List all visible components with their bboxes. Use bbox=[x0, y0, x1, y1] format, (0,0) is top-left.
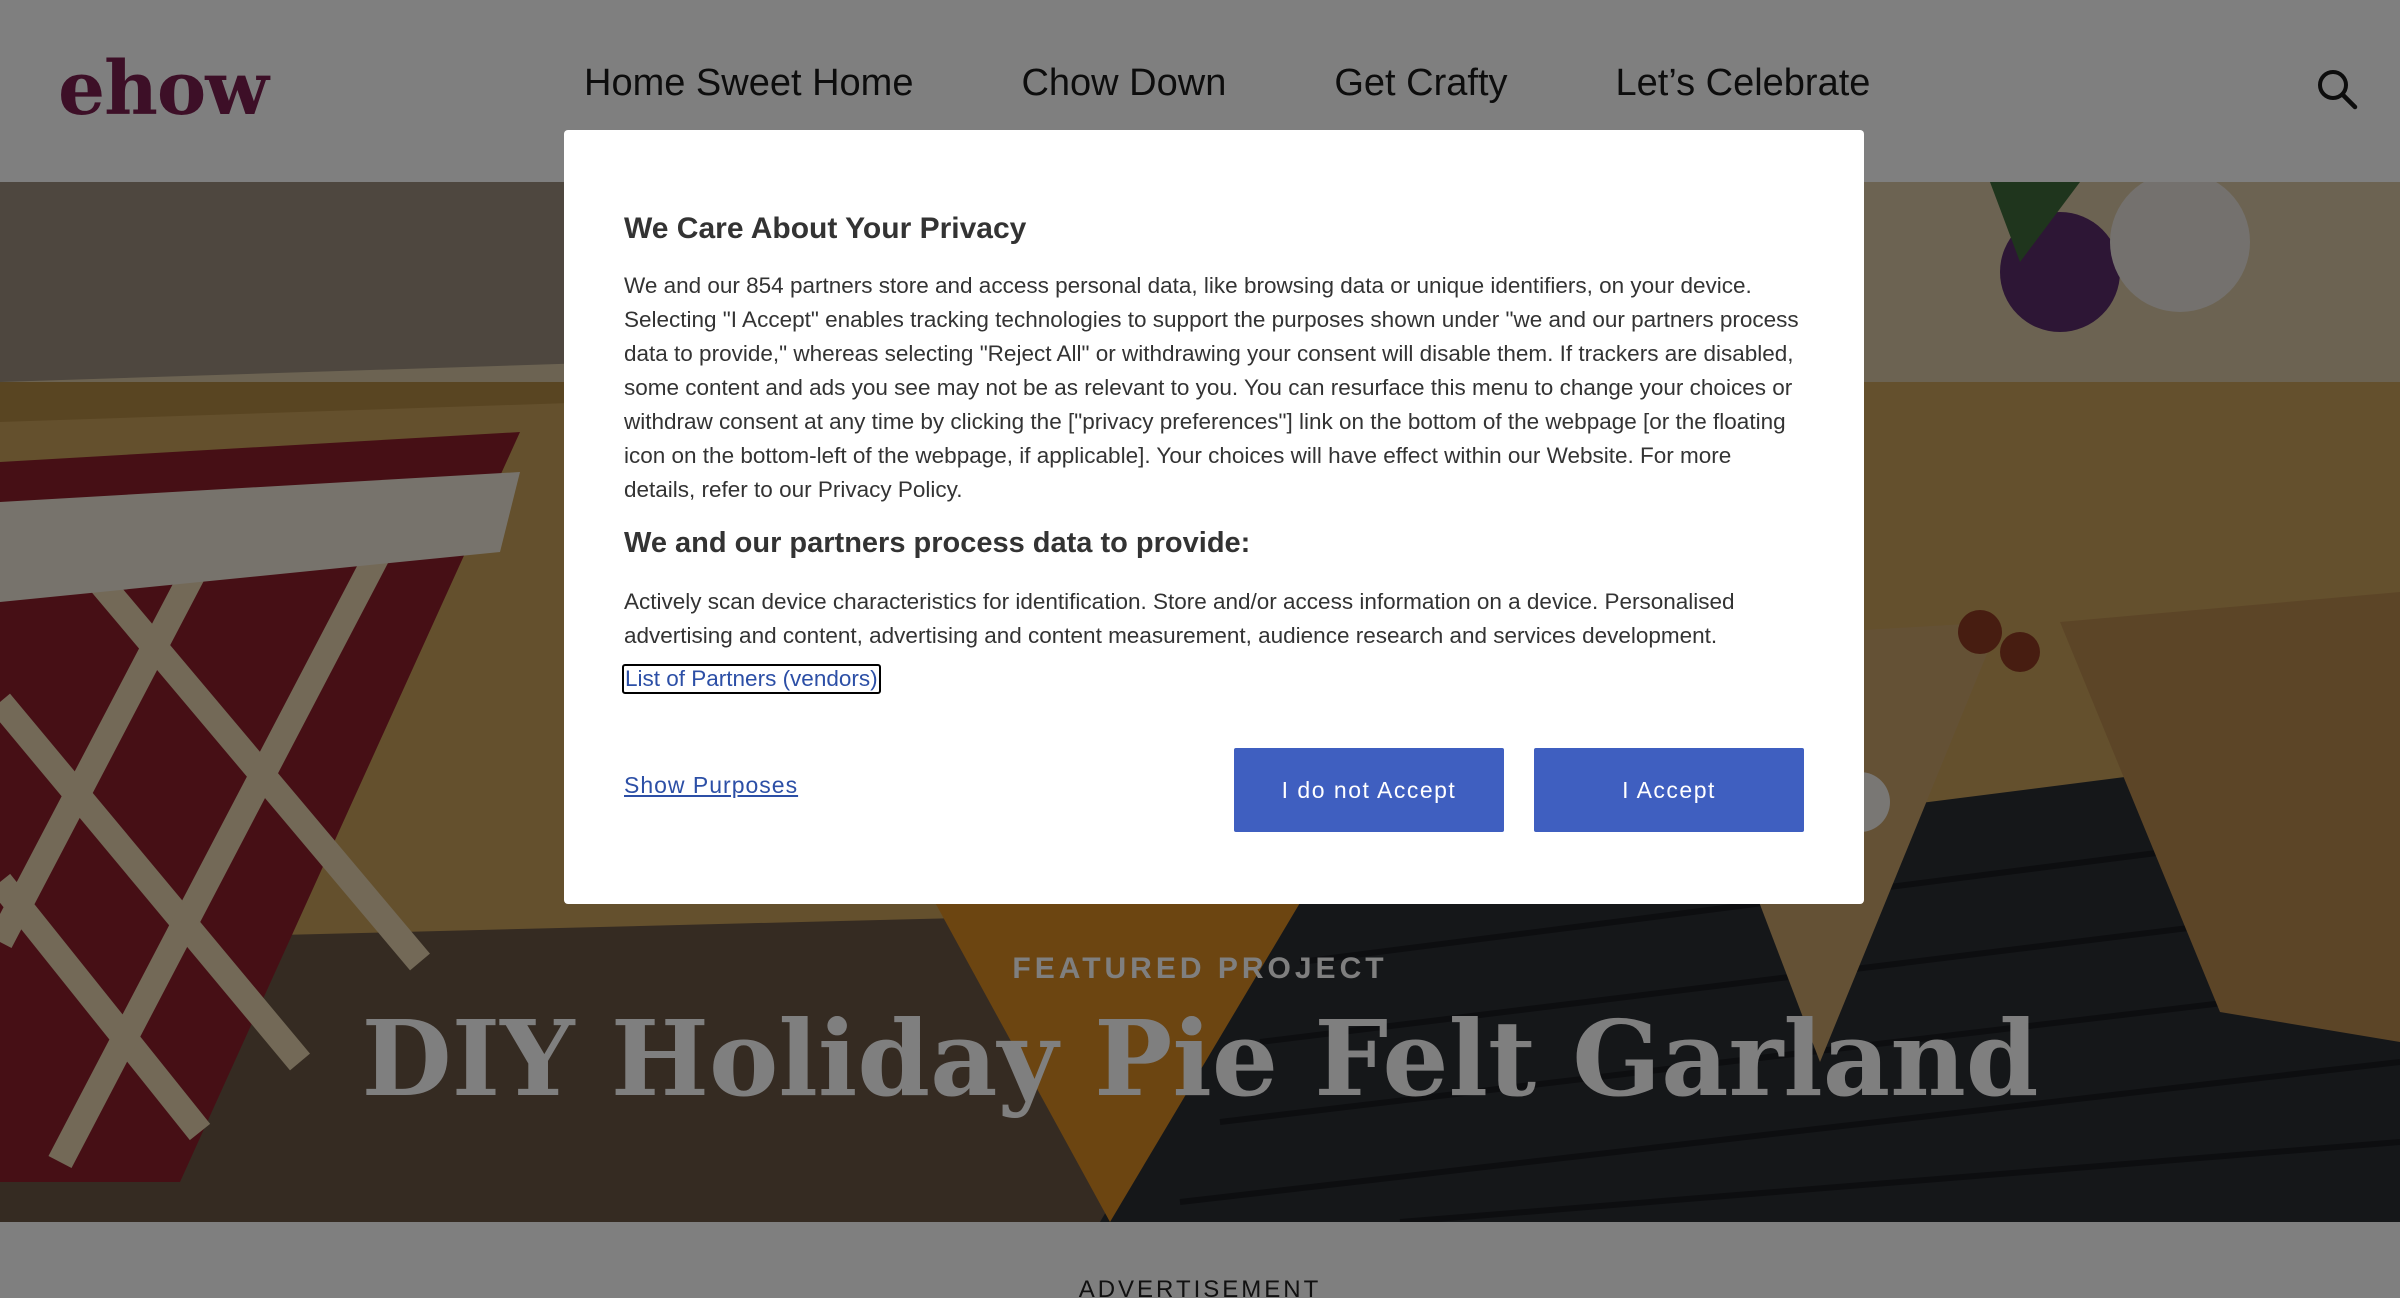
partners-list-link[interactable]: List of Partners (vendors) bbox=[622, 664, 881, 694]
dialog-subtitle: We and our partners process data to prov… bbox=[624, 527, 1251, 559]
reject-button[interactable]: I do not Accept bbox=[1234, 748, 1504, 832]
show-purposes-link[interactable]: Show Purposes bbox=[624, 772, 798, 799]
accept-button[interactable]: I Accept bbox=[1534, 748, 1804, 832]
dialog-body: We and our 854 partners store and access… bbox=[624, 273, 1799, 502]
dialog-title: We Care About Your Privacy bbox=[624, 212, 1027, 245]
purposes-text: Actively scan device characteristics for… bbox=[624, 589, 1735, 648]
privacy-consent-dialog: We Care About Your Privacy We and our 85… bbox=[564, 130, 1864, 904]
